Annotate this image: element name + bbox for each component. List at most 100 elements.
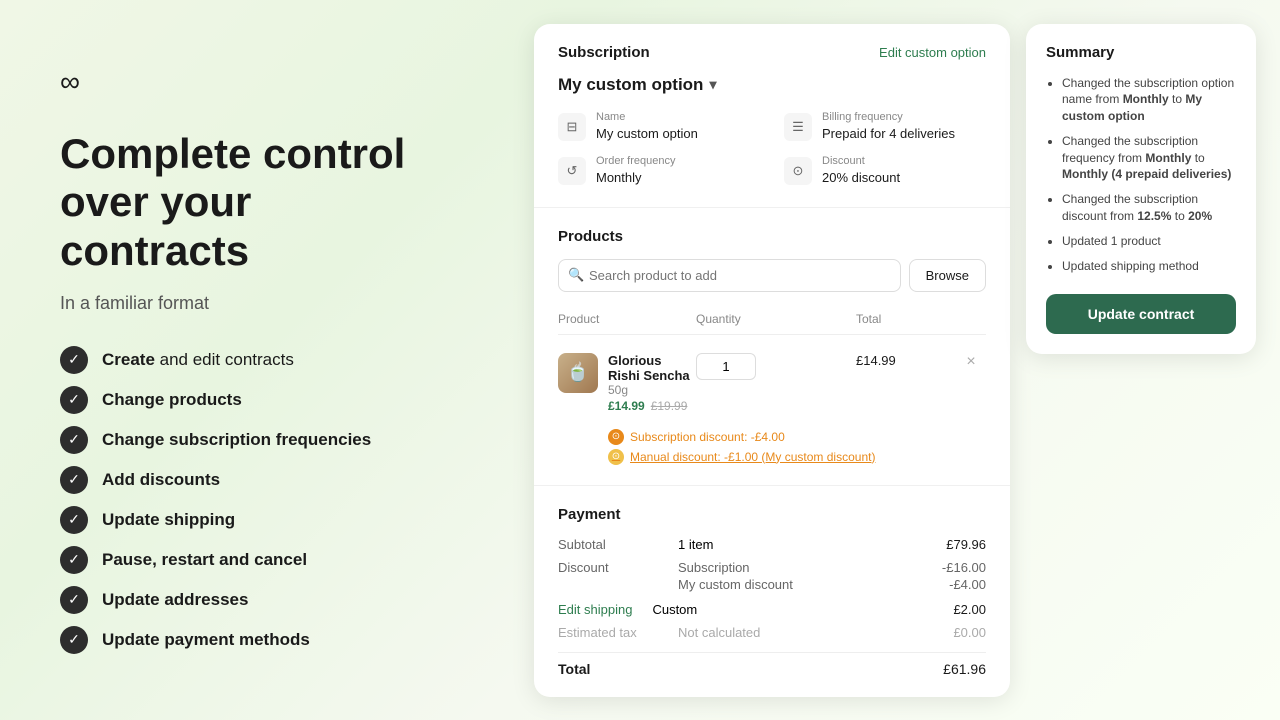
subscription-selector[interactable]: My custom option ▾ bbox=[558, 75, 986, 95]
product-variant: 50g bbox=[608, 383, 696, 397]
product-name: Glorious Rishi Sencha bbox=[608, 353, 696, 383]
discount-sub1-label: Subscription bbox=[678, 560, 750, 575]
quantity-input[interactable] bbox=[696, 353, 756, 380]
subscription-discount-label: Subscription discount: -£4.00 bbox=[630, 430, 785, 444]
discount-sub2-label: My custom discount bbox=[678, 577, 793, 592]
payment-section: Payment Subtotal 1 item £79.96 Discount … bbox=[534, 486, 1010, 697]
search-icon: 🔍 bbox=[568, 267, 584, 283]
list-item: ✓ Change products bbox=[60, 386, 450, 414]
check-icon: ✓ bbox=[60, 506, 88, 534]
price-current: £14.99 bbox=[608, 399, 645, 413]
manual-discount-row[interactable]: ⊙ Manual discount: -£1.00 (My custom dis… bbox=[608, 449, 986, 465]
browse-button[interactable]: Browse bbox=[909, 259, 986, 292]
billing-label: Billing frequency bbox=[822, 111, 955, 123]
subscription-title: Subscription bbox=[558, 44, 650, 61]
products-section: Products 🔍 Browse Product Quantity Total bbox=[534, 208, 1010, 486]
tax-status: Not calculated bbox=[678, 625, 760, 640]
edit-shipping-link[interactable]: Edit shipping bbox=[558, 602, 632, 617]
right-area: Subscription Edit custom option My custo… bbox=[510, 4, 1280, 717]
summary-title: Summary bbox=[1046, 44, 1236, 61]
subscription-section: Subscription Edit custom option My custo… bbox=[534, 24, 1010, 208]
edit-custom-option-link[interactable]: Edit custom option bbox=[879, 45, 986, 60]
col-product: Product bbox=[558, 312, 696, 326]
list-item: Updated shipping method bbox=[1062, 258, 1236, 275]
list-item: Changed the subscription discount from 1… bbox=[1062, 191, 1236, 225]
check-icon: ✓ bbox=[60, 466, 88, 494]
tax-label: Estimated tax bbox=[558, 625, 658, 640]
update-contract-button[interactable]: Update contract bbox=[1046, 294, 1236, 334]
list-item: ✓ Update shipping bbox=[60, 506, 450, 534]
summary-card: Summary Changed the subscription option … bbox=[1026, 24, 1256, 355]
discount-sub1-amount: -£16.00 bbox=[942, 560, 986, 575]
list-item: Changed the subscription option name fro… bbox=[1062, 75, 1236, 125]
discount-rows: ⊙ Subscription discount: -£4.00 ⊙ Manual… bbox=[558, 429, 986, 465]
subscription-details: ⊟ Name My custom option ☰ Billing freque… bbox=[558, 111, 986, 187]
check-icon: ✓ bbox=[60, 546, 88, 574]
payment-header: Payment bbox=[558, 506, 986, 523]
list-item: ✓ Create and edit contracts bbox=[60, 346, 450, 374]
products-table-header: Product Quantity Total bbox=[558, 308, 986, 335]
check-icon: ✓ bbox=[60, 346, 88, 374]
dropdown-arrow-icon: ▾ bbox=[709, 76, 716, 93]
check-icon: ✓ bbox=[60, 426, 88, 454]
order-label: Order frequency bbox=[596, 155, 675, 167]
infinity-icon: ∞ bbox=[60, 66, 79, 97]
name-icon: ⊟ bbox=[558, 113, 586, 141]
subtotal-row: Subtotal 1 item £79.96 bbox=[558, 537, 986, 552]
product-total: £14.99 bbox=[856, 353, 956, 368]
subtotal-label: Subtotal bbox=[558, 537, 658, 552]
manual-discount-label: Manual discount: -£1.00 (My custom disco… bbox=[630, 450, 875, 464]
billing-detail: ☰ Billing frequency Prepaid for 4 delive… bbox=[784, 111, 986, 143]
search-row: 🔍 Browse bbox=[558, 259, 986, 292]
list-item: ✓ Pause, restart and cancel bbox=[60, 546, 450, 574]
shipping-row: Edit shipping Custom £2.00 bbox=[558, 602, 986, 617]
name-label: Name bbox=[596, 111, 698, 123]
list-item: ✓ Update payment methods bbox=[60, 626, 450, 654]
discount-sub2-amount: -£4.00 bbox=[949, 577, 986, 592]
check-icon: ✓ bbox=[60, 626, 88, 654]
subtotal-items: 1 item bbox=[678, 537, 713, 552]
discount-detail: ⊙ Discount 20% discount bbox=[784, 155, 986, 187]
logo: ∞ bbox=[60, 66, 450, 98]
products-title: Products bbox=[558, 228, 623, 245]
check-icon: ✓ bbox=[60, 586, 88, 614]
payment-grid: Subtotal 1 item £79.96 Discount Subscrip… bbox=[558, 537, 986, 677]
selected-option-label: My custom option bbox=[558, 75, 703, 95]
discount-sub1: Subscription -£16.00 bbox=[678, 560, 986, 575]
total-label: Total bbox=[558, 661, 658, 677]
check-icon: ✓ bbox=[60, 386, 88, 414]
hero-title: Complete control over your contracts bbox=[60, 130, 450, 275]
product-image: 🍵 bbox=[558, 353, 598, 393]
product-rows: 🍵 Glorious Rishi Sencha 50g £14.99 £19.9… bbox=[558, 345, 986, 465]
discount-label: Discount bbox=[558, 560, 658, 575]
discount-value: 20% discount bbox=[822, 170, 900, 185]
remove-product-button[interactable]: × bbox=[956, 353, 986, 371]
tax-amount: £0.00 bbox=[953, 625, 986, 640]
total-amount: £61.96 bbox=[943, 661, 986, 677]
order-icon: ↺ bbox=[558, 157, 586, 185]
shipping-type: Custom bbox=[652, 602, 697, 617]
subscription-discount-icon: ⊙ bbox=[608, 429, 624, 445]
discount-label: Discount bbox=[822, 155, 900, 167]
tax-row: Estimated tax Not calculated £0.00 bbox=[558, 625, 986, 640]
search-input-wrap: 🔍 bbox=[558, 259, 901, 292]
hero-subtitle: In a familiar format bbox=[60, 293, 450, 314]
name-detail: ⊟ Name My custom option bbox=[558, 111, 760, 143]
subtotal-amount: £79.96 bbox=[946, 537, 986, 552]
total-row: Total £61.96 bbox=[558, 652, 986, 677]
products-header: Products bbox=[558, 228, 986, 245]
list-item: ✓ Change subscription frequencies bbox=[60, 426, 450, 454]
search-input[interactable] bbox=[558, 259, 901, 292]
order-detail: ↺ Order frequency Monthly bbox=[558, 155, 760, 187]
name-value: My custom option bbox=[596, 126, 698, 141]
discount-icon: ⊙ bbox=[784, 157, 812, 185]
order-value: Monthly bbox=[596, 170, 642, 185]
product-prices: £14.99 £19.99 bbox=[608, 399, 696, 413]
manual-discount-icon: ⊙ bbox=[608, 449, 624, 465]
list-item: ✓ Update addresses bbox=[60, 586, 450, 614]
col-total: Total bbox=[856, 312, 956, 326]
feature-list: ✓ Create and edit contracts ✓ Change pro… bbox=[60, 346, 450, 654]
discount-sub2: My custom discount -£4.00 bbox=[678, 577, 986, 592]
discount-row: Discount Subscription -£16.00 My custom … bbox=[558, 560, 986, 594]
list-item: Changed the subscription frequency from … bbox=[1062, 133, 1236, 183]
